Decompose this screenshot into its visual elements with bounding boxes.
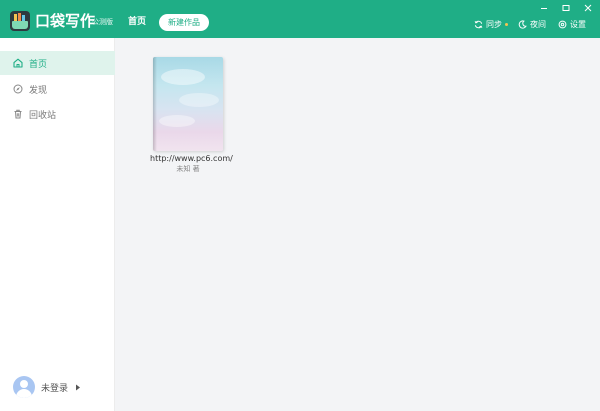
maximize-icon bbox=[562, 5, 570, 11]
app-logo bbox=[10, 11, 30, 31]
trash-icon bbox=[14, 109, 22, 119]
sidebar-item-label: 首页 bbox=[29, 59, 48, 70]
sidebar: 首页 发现 回收站 未登录 bbox=[0, 38, 115, 411]
nav-home-link[interactable]: 首页 bbox=[128, 16, 146, 28]
night-mode-label: 夜间 bbox=[530, 19, 546, 29]
edition-label: 公测版 bbox=[92, 18, 113, 26]
title-bar: 口袋写作 公测版 首页 新建作品 同步 夜间 设置 bbox=[0, 0, 600, 38]
new-work-button[interactable]: 新建作品 bbox=[159, 14, 209, 31]
moon-icon bbox=[518, 19, 527, 29]
minimize-icon bbox=[541, 8, 547, 9]
work-title[interactable]: http://www.pc6.com/ bbox=[150, 153, 238, 164]
sidebar-item-label: 回收站 bbox=[29, 110, 57, 121]
work-author: 未知 著 bbox=[176, 165, 200, 173]
sidebar-item-label: 发现 bbox=[29, 85, 48, 96]
sync-button[interactable]: 同步 bbox=[474, 18, 508, 30]
maximize-button[interactable] bbox=[560, 2, 572, 14]
user-login[interactable]: 未登录 bbox=[13, 376, 81, 398]
settings-label: 设置 bbox=[570, 19, 586, 29]
compass-icon bbox=[13, 84, 23, 94]
sidebar-item-home[interactable]: 首页 bbox=[0, 51, 115, 75]
gear-icon bbox=[558, 20, 567, 28]
sync-status-dot bbox=[505, 22, 508, 26]
user-name[interactable]: 未登录 bbox=[41, 381, 68, 394]
night-mode-button[interactable]: 夜间 bbox=[518, 18, 546, 30]
close-icon bbox=[584, 4, 592, 12]
sidebar-item-trash[interactable]: 回收站 bbox=[0, 102, 115, 126]
work-cover[interactable] bbox=[153, 57, 223, 151]
settings-button[interactable]: 设置 bbox=[558, 18, 586, 30]
close-button[interactable] bbox=[582, 2, 594, 14]
sync-icon bbox=[474, 20, 483, 28]
app-name: 口袋写作 bbox=[35, 12, 96, 30]
caret-right-icon bbox=[76, 384, 81, 390]
avatar[interactable] bbox=[13, 376, 35, 398]
minimize-button[interactable] bbox=[538, 2, 550, 14]
sync-label: 同步 bbox=[486, 19, 502, 29]
home-icon bbox=[13, 58, 23, 68]
sidebar-item-discover[interactable]: 发现 bbox=[0, 77, 115, 101]
